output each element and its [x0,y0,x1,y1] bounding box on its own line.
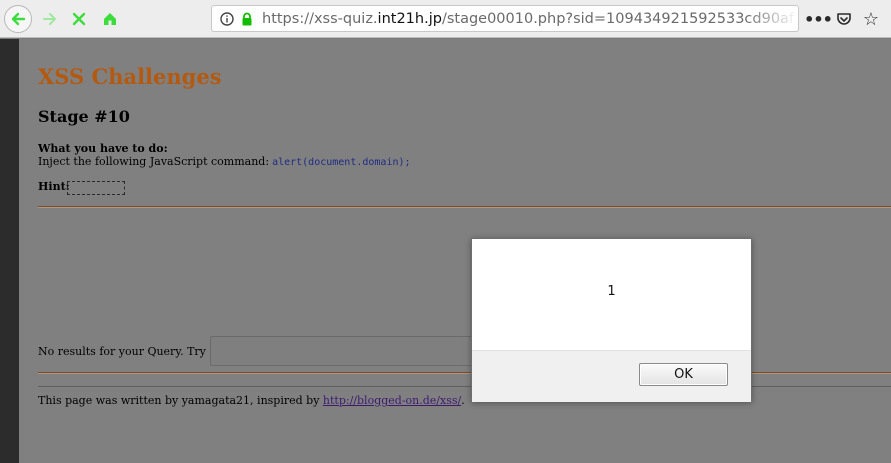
forward-button[interactable] [36,5,64,33]
task-label: What you have to do: [38,142,168,155]
url-host: int21h.jp [377,10,442,27]
search-input[interactable] [210,336,480,366]
url-prefix: https://xss-quiz. [262,10,378,27]
alert-message: 1 [607,284,616,299]
page-sidebar [0,39,19,463]
divider [38,372,891,374]
address-bar[interactable]: https://xss-quiz.int21h.jp/stage00010.ph… [211,5,799,32]
back-icon [11,12,26,26]
hint-label: Hint: [38,180,70,193]
stage-heading: Stage #10 [38,107,130,126]
back-button[interactable] [4,5,32,33]
page-title: XSS Challenges [38,64,222,89]
home-button[interactable] [96,5,124,33]
pocket-icon[interactable] [834,8,854,30]
stop-icon [72,12,86,26]
task-line: Inject the following JavaScript command:… [38,155,411,168]
alert-footer: OK [472,350,751,402]
stop-button[interactable] [65,5,93,33]
divider [38,206,891,208]
footer-link[interactable]: http://blogged-on.de/xss/ [323,394,461,407]
footer-end: . [461,394,465,407]
forward-icon [43,13,56,25]
task-code: alert(document.domain); [272,157,411,168]
star-icon[interactable]: ☆ [861,8,881,30]
info-icon[interactable] [220,11,234,26]
footer-label: This page was written by yamagata21, ins… [38,394,323,407]
alert-dialog: 1 OK [471,238,752,402]
divider [38,386,891,387]
url-text[interactable]: https://xss-quiz.int21h.jp/stage00010.ph… [262,11,798,27]
ok-button[interactable]: OK [639,363,728,386]
page-content: XSS Challenges Stage #10 What you have t… [19,39,891,463]
more-icon[interactable]: ••• [804,8,833,30]
browser-toolbar: https://xss-quiz.int21h.jp/stage00010.ph… [0,0,891,38]
footer-text: This page was written by yamagata21, ins… [38,394,465,407]
lock-icon[interactable] [240,12,254,26]
pocket-shape [837,13,851,25]
task-text: Inject the following JavaScript command: [38,155,270,168]
home-icon [104,13,116,25]
hint-box[interactable] [67,181,125,195]
url-path: /stage00010.php?sid=109434921592533cd90a… [441,10,798,27]
